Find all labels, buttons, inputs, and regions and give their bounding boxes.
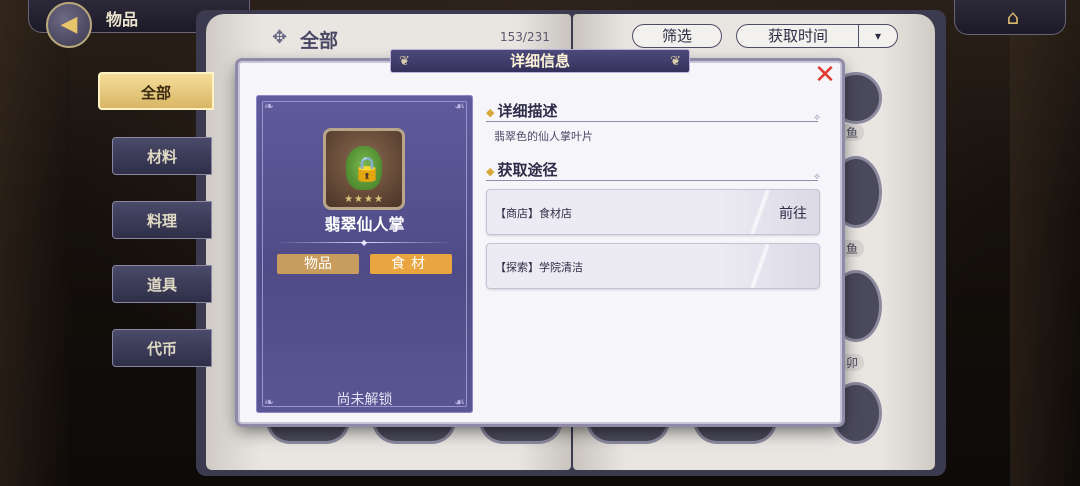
- tab-props[interactable]: 道具: [112, 265, 212, 303]
- back-button[interactable]: ◀: [46, 2, 92, 48]
- lock-icon: 🔒: [352, 155, 382, 183]
- item-slot-label: 鱼: [840, 240, 865, 257]
- item-description: 翡翠色的仙人掌叶片: [494, 130, 593, 143]
- route-text: 【商店】食材店: [495, 207, 572, 220]
- page-title: 物品: [106, 10, 139, 29]
- source-heading-label: 获取途径: [497, 161, 558, 179]
- description-heading: ◆ 详细描述: [486, 100, 557, 121]
- background-pillar-right: [1010, 0, 1080, 486]
- book-category-title: 全部: [300, 30, 339, 52]
- background-pillar-left: [0, 0, 70, 486]
- diamond-icon: ◆: [486, 106, 495, 119]
- sort-dropdown[interactable]: 获取时间 ▾: [736, 24, 898, 48]
- category-icon: ✥: [272, 27, 288, 48]
- back-arrow-icon: ◀: [60, 12, 78, 37]
- chevron-down-icon[interactable]: ▾: [858, 25, 897, 47]
- corner-ornament-icon: ❧: [264, 99, 275, 113]
- source-route-explore[interactable]: 【探索】学院清洁: [486, 243, 820, 289]
- filter-button[interactable]: 筛选: [632, 24, 722, 48]
- home-button[interactable]: ⌂: [998, 4, 1028, 30]
- source-route-shop[interactable]: 【商店】食材店 前往: [486, 189, 820, 235]
- tab-tokens[interactable]: 代币: [112, 329, 212, 367]
- diamond-icon: ◆: [486, 165, 495, 178]
- tab-all[interactable]: 全部: [98, 72, 214, 110]
- item-type-tag: 物品: [277, 254, 359, 274]
- section-divider: [486, 113, 820, 123]
- item-slot-label: 卯: [840, 354, 865, 371]
- source-heading: ◆ 获取途径: [486, 159, 557, 180]
- description-heading-label: 详细描述: [497, 102, 558, 120]
- rarity-stars: ★★★★: [344, 194, 384, 205]
- item-slot-label: 鱼: [840, 124, 865, 141]
- dialog-title: 详细信息: [390, 49, 690, 73]
- corner-ornament-icon: ☙: [454, 99, 465, 113]
- close-icon: ✕: [814, 60, 836, 90]
- home-icon: ⌂: [1006, 5, 1020, 29]
- sort-label: 获取时间: [767, 27, 828, 45]
- tab-cooking[interactable]: 料理: [112, 201, 212, 239]
- close-button[interactable]: ✕: [812, 62, 838, 88]
- section-divider: [486, 172, 820, 182]
- item-category-tag: 食材: [370, 254, 452, 274]
- locked-status: 尚未解锁: [336, 392, 393, 408]
- route-text: 【探索】学院清洁: [495, 261, 583, 274]
- route-decoration: [751, 190, 769, 234]
- tab-materials[interactable]: 材料: [112, 137, 212, 175]
- divider-ornament-icon: ◆: [361, 238, 368, 247]
- item-count: 153/231: [500, 30, 550, 44]
- item-name: 翡翠仙人掌: [324, 215, 405, 234]
- route-decoration: [751, 244, 769, 288]
- goto-button[interactable]: 前往: [779, 203, 807, 223]
